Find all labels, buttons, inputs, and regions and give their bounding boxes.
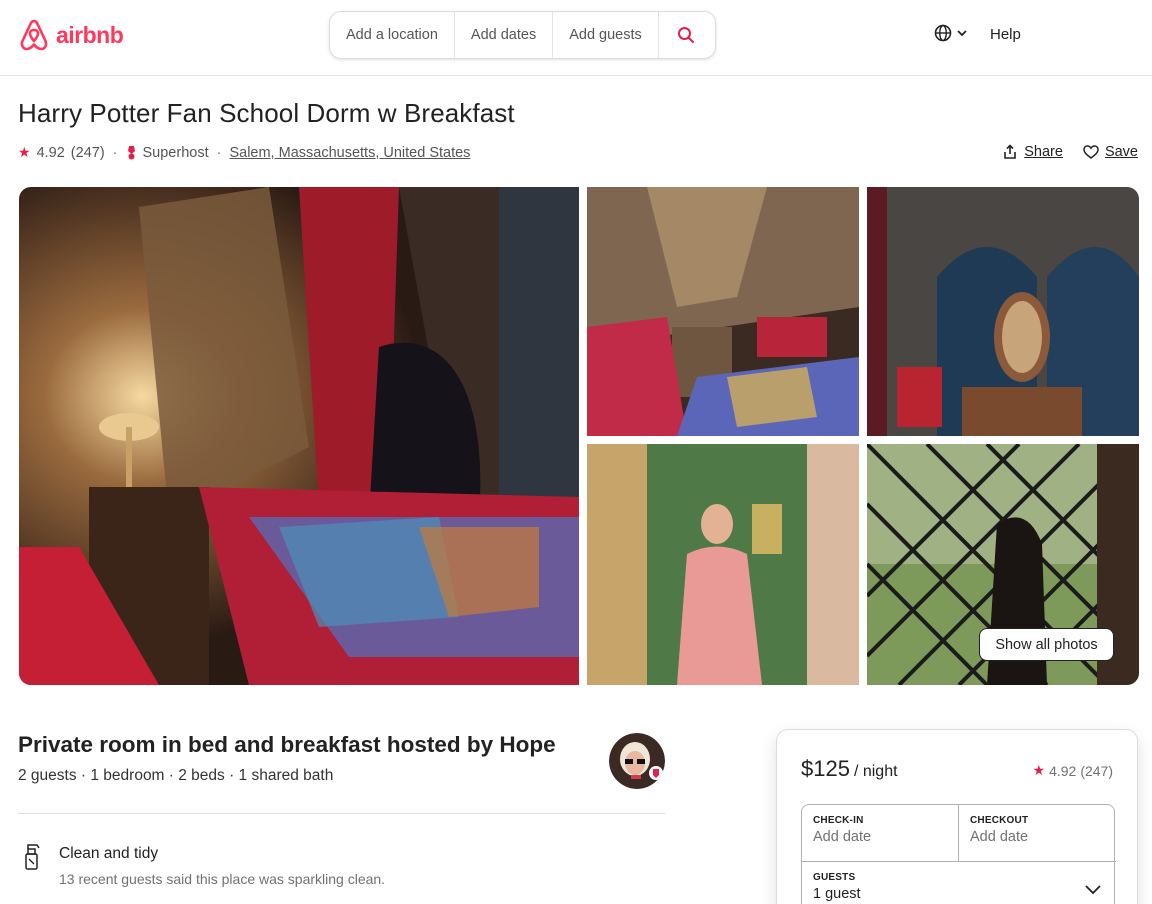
dorm-room-photo xyxy=(587,187,859,436)
photo-main[interactable] xyxy=(19,187,579,685)
photo-3[interactable] xyxy=(867,187,1139,436)
help-link[interactable]: Help xyxy=(990,26,1021,43)
share-button[interactable]: Share xyxy=(1002,144,1063,160)
checkout-field[interactable]: CHECKOUT Add date xyxy=(959,805,1116,861)
heart-icon xyxy=(1083,145,1099,159)
search-bar[interactable]: Add a location Add dates Add guests xyxy=(329,11,716,59)
location-link[interactable]: Salem, Massachusetts, United States xyxy=(229,145,470,161)
rating-value: 4.92 xyxy=(36,144,65,161)
separator-dot: · xyxy=(216,144,222,161)
dorm-bed-photo xyxy=(19,187,579,685)
listing-title: Harry Potter Fan School Dorm w Breakfast xyxy=(18,98,515,128)
card-rating-value: 4.92 xyxy=(1049,762,1077,779)
room-title: Private room in bed and breakfast hosted… xyxy=(18,732,556,757)
search-dates-button[interactable]: Add dates xyxy=(455,12,554,58)
share-save-actions: Share Save xyxy=(1002,144,1138,160)
host-avatar[interactable] xyxy=(609,733,665,789)
chevron-down-icon xyxy=(957,30,967,37)
per-night-label: / night xyxy=(853,763,898,780)
checkout-value: Add date xyxy=(970,829,1029,845)
superhost-label: Superhost xyxy=(142,144,209,161)
superhost-icon xyxy=(127,145,135,159)
guests-label: GUESTS xyxy=(813,872,856,883)
search-location-button[interactable]: Add a location xyxy=(330,12,455,58)
spray-bottle-icon xyxy=(25,844,40,870)
show-all-photos-button[interactable]: Show all photos xyxy=(979,628,1114,661)
price-value: $125 xyxy=(801,756,850,781)
search-submit-button[interactable] xyxy=(659,12,713,58)
chevron-down-icon xyxy=(1085,885,1101,895)
section-divider xyxy=(18,813,665,814)
checkout-label: CHECKOUT xyxy=(970,815,1029,826)
airbnb-logo-icon xyxy=(20,19,48,51)
listing-meta: ★ 4.92 (247) · Superhost · Salem, Massac… xyxy=(18,144,470,161)
vanity-window-photo xyxy=(867,187,1139,436)
photo-gallery: Show all photos xyxy=(19,187,1139,685)
highlight-subtitle: 13 recent guests said this place was spa… xyxy=(59,871,386,887)
painting-photo xyxy=(587,444,859,685)
highlight-title: Clean and tidy xyxy=(59,845,159,862)
share-label: Share xyxy=(1024,144,1063,160)
checkin-label: CHECK-IN xyxy=(813,815,864,826)
guests-field[interactable]: GUESTS 1 guest xyxy=(802,861,1116,904)
guests-value: 1 guest xyxy=(813,886,861,902)
nightly-price: $125/ night xyxy=(801,756,898,782)
host-avatar-image xyxy=(609,733,665,789)
card-rating: ★ 4.92 (247) xyxy=(1033,762,1114,779)
separator-dot: · xyxy=(112,144,118,161)
booking-card: $125/ night ★ 4.92 (247) CHECK-IN Add da… xyxy=(776,729,1138,904)
star-icon: ★ xyxy=(18,144,31,160)
checkin-field[interactable]: CHECK-IN Add date xyxy=(802,805,959,861)
photo-4[interactable] xyxy=(587,444,859,685)
share-icon xyxy=(1004,144,1017,159)
search-icon xyxy=(677,27,694,43)
booking-inputs: CHECK-IN Add date CHECKOUT Add date GUES… xyxy=(801,804,1116,904)
search-guests-button[interactable]: Add guests xyxy=(553,12,659,58)
language-button[interactable] xyxy=(934,24,968,42)
review-count[interactable]: (247) xyxy=(71,145,105,161)
star-icon: ★ xyxy=(1032,762,1046,778)
card-review-count[interactable]: (247) xyxy=(1080,763,1113,779)
airbnb-logo[interactable]: airbnb xyxy=(18,18,124,52)
photo-2[interactable] xyxy=(587,187,859,436)
globe-icon xyxy=(934,24,952,42)
top-nav: airbnb Add a location Add dates Add gues… xyxy=(0,0,1152,76)
checkin-value: Add date xyxy=(813,829,872,845)
save-button[interactable]: Save xyxy=(1083,144,1138,160)
logo-text: airbnb xyxy=(56,21,124,48)
room-summary: 2 guests · 1 bedroom · 2 beds · 1 shared… xyxy=(18,767,334,784)
save-label: Save xyxy=(1104,144,1138,160)
